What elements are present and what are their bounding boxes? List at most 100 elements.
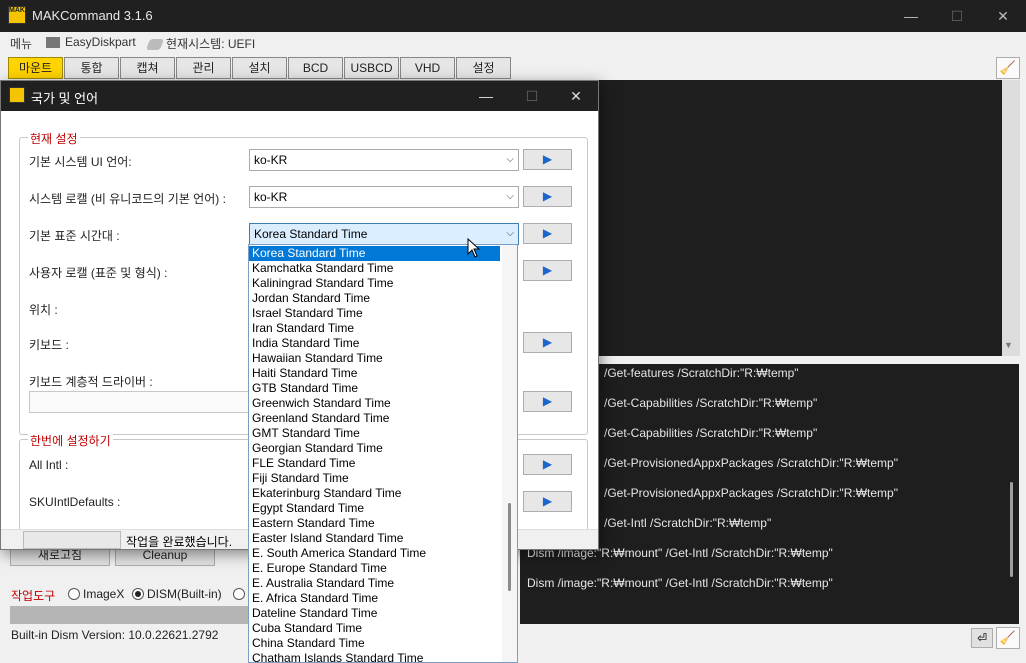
- timezone-option[interactable]: Eastern Standard Time: [249, 516, 500, 531]
- label-location: 위치 :: [29, 303, 58, 317]
- timezone-option[interactable]: Greenland Standard Time: [249, 411, 500, 426]
- timezone-option[interactable]: GTB Standard Time: [249, 381, 500, 396]
- timezone-option[interactable]: Egypt Standard Time: [249, 501, 500, 516]
- minimize-icon[interactable]: —: [888, 0, 934, 32]
- timezone-option[interactable]: E. South America Standard Time: [249, 546, 500, 561]
- tab-integrate[interactable]: 통합: [64, 57, 119, 79]
- timezone-option[interactable]: Dateline Standard Time: [249, 606, 500, 621]
- broom-icon: 🧹: [999, 60, 1017, 75]
- keyboard-driver-input[interactable]: [29, 391, 251, 413]
- timezone-option[interactable]: Greenwich Standard Time: [249, 396, 500, 411]
- tab-settings[interactable]: 설정: [456, 57, 511, 79]
- combo-system-locale-value: ko-KR: [254, 190, 288, 204]
- chevron-down-icon: ⌵: [506, 228, 514, 239]
- console-line: /Get-Capabilities /ScratchDir:"R:₩temp": [604, 396, 818, 410]
- label-user-locale: 사용자 로캘 (표준 및 형식) :: [29, 266, 168, 280]
- timezone-option[interactable]: Haiti Standard Time: [249, 366, 500, 381]
- group-current-legend: 현재 설정: [28, 130, 80, 147]
- timezone-option[interactable]: Israel Standard Time: [249, 306, 500, 321]
- combo-ui-language[interactable]: ko-KR ⌵: [249, 149, 519, 171]
- timezone-option[interactable]: Easter Island Standard Time: [249, 531, 500, 546]
- timezone-option[interactable]: Chatham Islands Standard Time: [249, 651, 500, 662]
- enter-button[interactable]: ⏎: [971, 628, 993, 648]
- dialog-status-panel: [23, 531, 121, 549]
- apply-system-locale-button[interactable]: ▶: [523, 186, 572, 207]
- tab-vhd[interactable]: VHD: [400, 57, 455, 79]
- combo-system-locale[interactable]: ko-KR ⌵: [249, 186, 519, 208]
- chevron-down-icon: ⌵: [506, 191, 514, 202]
- console-top: [590, 80, 1017, 356]
- timezone-option[interactable]: Iran Standard Time: [249, 321, 500, 336]
- console-bottom-scroll-thumb[interactable]: [1010, 482, 1013, 577]
- radio-imagex-label: ImageX: [83, 587, 125, 601]
- apply-ui-language-button[interactable]: ▶: [523, 149, 572, 170]
- dialog-minimize-icon[interactable]: —: [463, 81, 509, 111]
- radio-dism-dot: [132, 588, 144, 600]
- console-line: /Get-ProvisionedAppxPackages /ScratchDir…: [604, 486, 898, 500]
- menu-current-system[interactable]: 현재시스템: UEFI: [145, 35, 255, 52]
- group-apply-all-legend: 한번에 설정하기: [28, 432, 113, 449]
- dialog-status-text: 작업을 완료했습니다.: [126, 535, 233, 549]
- dialog-title: 국가 및 언어: [31, 91, 99, 106]
- apply-sku-defaults-button[interactable]: ▶: [523, 491, 572, 512]
- radio-dism-label: DISM(Built-in): [147, 587, 222, 601]
- dialog-maximize-icon[interactable]: ☐: [509, 81, 555, 111]
- tab-usbcd[interactable]: USBCD: [344, 57, 399, 79]
- console-top-scrollbar[interactable]: [1002, 80, 1020, 356]
- timezone-option[interactable]: E. Africa Standard Time: [249, 591, 500, 606]
- apply-keyboard-driver-button[interactable]: ▶: [523, 391, 572, 412]
- timezone-option[interactable]: Ekaterinburg Standard Time: [249, 486, 500, 501]
- app-title: MAKCommand 3.1.6: [32, 8, 153, 23]
- menu-easydiskpart[interactable]: EasyDiskpart: [46, 35, 136, 49]
- dialog-titlebar: 국가 및 언어 — ☐ ✕: [1, 81, 598, 111]
- radio-imagex-dot: [68, 588, 80, 600]
- timezone-option[interactable]: India Standard Time: [249, 336, 500, 351]
- timezone-option[interactable]: China Standard Time: [249, 636, 500, 651]
- maximize-icon[interactable]: ☐: [934, 0, 980, 32]
- combo-timezone-value: Korea Standard Time: [254, 227, 368, 241]
- tab-capture[interactable]: 캡쳐: [120, 57, 175, 79]
- dialog-close-icon[interactable]: ✕: [553, 81, 599, 111]
- console-line: /Get-Capabilities /ScratchDir:"R:₩temp": [604, 426, 818, 440]
- apply-timezone-button[interactable]: ▶: [523, 223, 572, 244]
- combo-ui-language-value: ko-KR: [254, 153, 288, 167]
- radio-third[interactable]: [233, 587, 248, 601]
- console-line: Dism /image:"R:₩mount" /Get-Intl /Scratc…: [527, 576, 833, 590]
- timezone-dropdown-list[interactable]: Korea Standard Time Kamchatka Standard Ti…: [248, 244, 518, 663]
- timezone-option[interactable]: Cuba Standard Time: [249, 621, 500, 636]
- label-sku-defaults: SKUIntlDefaults :: [29, 495, 121, 509]
- tab-manage[interactable]: 관리: [176, 57, 231, 79]
- timezone-option[interactable]: Georgian Standard Time: [249, 441, 500, 456]
- clear-top-console-button[interactable]: 🧹: [996, 57, 1020, 79]
- tab-bcd[interactable]: BCD: [288, 57, 343, 79]
- dropdown-scrollbar[interactable]: [502, 245, 517, 662]
- dropdown-scroll-thumb[interactable]: [508, 503, 511, 591]
- timezone-option[interactable]: Hawaiian Standard Time: [249, 351, 500, 366]
- timezone-option[interactable]: Kamchatka Standard Time: [249, 261, 500, 276]
- eraser-icon: [145, 39, 165, 51]
- timezone-option[interactable]: Jordan Standard Time: [249, 291, 500, 306]
- radio-imagex[interactable]: ImageX: [68, 587, 124, 601]
- apply-all-intl-button[interactable]: ▶: [523, 454, 572, 475]
- enter-icon: ⏎: [976, 631, 988, 645]
- apply-keyboard-button[interactable]: ▶: [523, 332, 572, 353]
- tab-install[interactable]: 설치: [232, 57, 287, 79]
- timezone-option[interactable]: FLE Standard Time: [249, 456, 500, 471]
- radio-dism[interactable]: DISM(Built-in): [132, 587, 222, 601]
- close-icon[interactable]: ✕: [980, 0, 1026, 32]
- menubar: 메뉴 EasyDiskpart 현재시스템: UEFI: [0, 32, 1026, 54]
- menu-main[interactable]: 메뉴: [10, 35, 32, 52]
- timezone-option[interactable]: GMT Standard Time: [249, 426, 500, 441]
- timezone-option[interactable]: Kaliningrad Standard Time: [249, 276, 500, 291]
- label-timezone: 기본 표준 시간대 :: [29, 229, 120, 243]
- timezone-option[interactable]: E. Australia Standard Time: [249, 576, 500, 591]
- timezone-option[interactable]: Korea Standard Time: [249, 246, 500, 261]
- tool-label: 작업도구: [11, 589, 56, 603]
- tab-mount[interactable]: 마운트: [8, 57, 63, 79]
- timezone-option[interactable]: Fiji Standard Time: [249, 471, 500, 486]
- timezone-option[interactable]: E. Europe Standard Time: [249, 561, 500, 576]
- chevron-down-icon: ⌵: [506, 154, 514, 165]
- apply-user-locale-button[interactable]: ▶: [523, 260, 572, 281]
- scroll-down-icon[interactable]: ▼: [1004, 340, 1013, 350]
- clear-bottom-console-button[interactable]: 🧹: [996, 627, 1020, 649]
